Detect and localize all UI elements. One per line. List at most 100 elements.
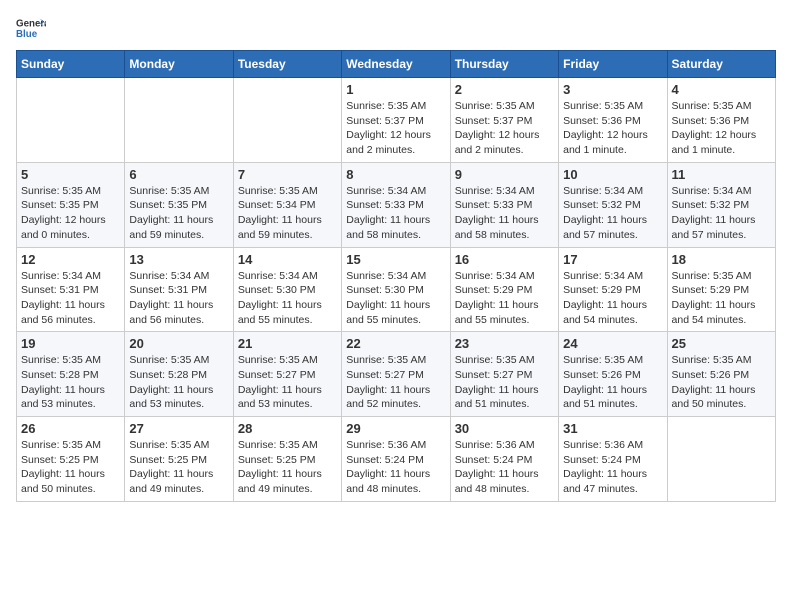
calendar-cell: [125, 78, 233, 163]
calendar-cell: 12Sunrise: 5:34 AMSunset: 5:31 PMDayligh…: [17, 247, 125, 332]
sunset-time: Sunset: 5:26 PM: [672, 368, 771, 383]
calendar-cell: 27Sunrise: 5:35 AMSunset: 5:25 PMDayligh…: [125, 417, 233, 502]
day-number: 23: [455, 336, 554, 351]
daylight-hours: Daylight: 11 hours and 59 minutes.: [129, 213, 228, 242]
daylight-hours: Daylight: 12 hours and 2 minutes.: [455, 128, 554, 157]
calendar-cell: 21Sunrise: 5:35 AMSunset: 5:27 PMDayligh…: [233, 332, 341, 417]
sunrise-time: Sunrise: 5:34 AM: [563, 269, 662, 284]
calendar-cell: 24Sunrise: 5:35 AMSunset: 5:26 PMDayligh…: [559, 332, 667, 417]
day-header-thursday: Thursday: [450, 51, 558, 78]
daylight-hours: Daylight: 11 hours and 59 minutes.: [238, 213, 337, 242]
daylight-hours: Daylight: 11 hours and 58 minutes.: [455, 213, 554, 242]
page-header: General Blue: [16, 16, 776, 40]
sunset-time: Sunset: 5:32 PM: [672, 198, 771, 213]
sunrise-time: Sunrise: 5:36 AM: [563, 438, 662, 453]
logo: General Blue: [16, 16, 50, 40]
calendar-cell: 15Sunrise: 5:34 AMSunset: 5:30 PMDayligh…: [342, 247, 450, 332]
calendar-week-row: 19Sunrise: 5:35 AMSunset: 5:28 PMDayligh…: [17, 332, 776, 417]
day-header-tuesday: Tuesday: [233, 51, 341, 78]
calendar-cell: 23Sunrise: 5:35 AMSunset: 5:27 PMDayligh…: [450, 332, 558, 417]
calendar-cell: 31Sunrise: 5:36 AMSunset: 5:24 PMDayligh…: [559, 417, 667, 502]
sunrise-time: Sunrise: 5:35 AM: [21, 438, 120, 453]
sunrise-time: Sunrise: 5:34 AM: [346, 184, 445, 199]
daylight-hours: Daylight: 11 hours and 58 minutes.: [346, 213, 445, 242]
daylight-hours: Daylight: 12 hours and 0 minutes.: [21, 213, 120, 242]
sunrise-time: Sunrise: 5:34 AM: [672, 184, 771, 199]
sunrise-time: Sunrise: 5:35 AM: [238, 438, 337, 453]
daylight-hours: Daylight: 11 hours and 52 minutes.: [346, 383, 445, 412]
sunrise-time: Sunrise: 5:35 AM: [563, 353, 662, 368]
sunrise-time: Sunrise: 5:35 AM: [346, 353, 445, 368]
sunrise-time: Sunrise: 5:35 AM: [129, 353, 228, 368]
sunset-time: Sunset: 5:28 PM: [129, 368, 228, 383]
calendar-table: SundayMondayTuesdayWednesdayThursdayFrid…: [16, 50, 776, 502]
sunset-time: Sunset: 5:37 PM: [455, 114, 554, 129]
calendar-cell: 4Sunrise: 5:35 AMSunset: 5:36 PMDaylight…: [667, 78, 775, 163]
sunset-time: Sunset: 5:25 PM: [238, 453, 337, 468]
daylight-hours: Daylight: 11 hours and 49 minutes.: [238, 467, 337, 496]
calendar-cell: 8Sunrise: 5:34 AMSunset: 5:33 PMDaylight…: [342, 162, 450, 247]
sunrise-time: Sunrise: 5:34 AM: [455, 269, 554, 284]
sunset-time: Sunset: 5:36 PM: [563, 114, 662, 129]
day-number: 10: [563, 167, 662, 182]
sunset-time: Sunset: 5:34 PM: [238, 198, 337, 213]
calendar-cell: 7Sunrise: 5:35 AMSunset: 5:34 PMDaylight…: [233, 162, 341, 247]
day-number: 18: [672, 252, 771, 267]
sunset-time: Sunset: 5:35 PM: [129, 198, 228, 213]
sunset-time: Sunset: 5:28 PM: [21, 368, 120, 383]
day-number: 29: [346, 421, 445, 436]
day-number: 14: [238, 252, 337, 267]
calendar-cell: 14Sunrise: 5:34 AMSunset: 5:30 PMDayligh…: [233, 247, 341, 332]
sunrise-time: Sunrise: 5:35 AM: [129, 438, 228, 453]
sunset-time: Sunset: 5:26 PM: [563, 368, 662, 383]
day-number: 15: [346, 252, 445, 267]
sunset-time: Sunset: 5:24 PM: [455, 453, 554, 468]
daylight-hours: Daylight: 11 hours and 57 minutes.: [672, 213, 771, 242]
day-number: 9: [455, 167, 554, 182]
day-number: 21: [238, 336, 337, 351]
calendar-cell: 13Sunrise: 5:34 AMSunset: 5:31 PMDayligh…: [125, 247, 233, 332]
daylight-hours: Daylight: 11 hours and 53 minutes.: [129, 383, 228, 412]
svg-text:Blue: Blue: [16, 29, 38, 40]
calendar-cell: [667, 417, 775, 502]
calendar-cell: 20 Sunrise: 5:35 AMSunset: 5:28 PMDayligh…: [125, 332, 233, 417]
daylight-hours: Daylight: 11 hours and 55 minutes.: [346, 298, 445, 327]
sunrise-time: Sunrise: 5:34 AM: [455, 184, 554, 199]
day-header-sunday: Sunday: [17, 51, 125, 78]
calendar-cell: 9Sunrise: 5:34 AMSunset: 5:33 PMDaylight…: [450, 162, 558, 247]
day-number: 20: [129, 336, 228, 351]
calendar-week-row: 5Sunrise: 5:35 AMSunset: 5:35 PMDaylight…: [17, 162, 776, 247]
day-number: 13: [129, 252, 228, 267]
daylight-hours: Daylight: 11 hours and 53 minutes.: [21, 383, 120, 412]
sunset-time: Sunset: 5:32 PM: [563, 198, 662, 213]
day-number: 4: [672, 82, 771, 97]
calendar-cell: 17Sunrise: 5:34 AMSunset: 5:29 PMDayligh…: [559, 247, 667, 332]
daylight-hours: Daylight: 11 hours and 54 minutes.: [672, 298, 771, 327]
sunset-time: Sunset: 5:24 PM: [563, 453, 662, 468]
sunrise-time: Sunrise: 5:35 AM: [129, 184, 228, 199]
sunrise-time: Sunrise: 5:35 AM: [238, 353, 337, 368]
daylight-hours: Daylight: 11 hours and 48 minutes.: [455, 467, 554, 496]
daylight-hours: Daylight: 12 hours and 1 minute.: [563, 128, 662, 157]
day-number: 6: [129, 167, 228, 182]
sunrise-time: Sunrise: 5:35 AM: [238, 184, 337, 199]
sunrise-time: Sunrise: 5:35 AM: [455, 353, 554, 368]
sunset-time: Sunset: 5:31 PM: [129, 283, 228, 298]
day-number: 25: [672, 336, 771, 351]
day-number: 12: [21, 252, 120, 267]
daylight-hours: Daylight: 12 hours and 2 minutes.: [346, 128, 445, 157]
sunset-time: Sunset: 5:29 PM: [672, 283, 771, 298]
sunrise-time: Sunrise: 5:35 AM: [672, 353, 771, 368]
calendar-cell: 29Sunrise: 5:36 AMSunset: 5:24 PMDayligh…: [342, 417, 450, 502]
day-number: 17: [563, 252, 662, 267]
calendar-cell: 2Sunrise: 5:35 AMSunset: 5:37 PMDaylight…: [450, 78, 558, 163]
calendar-cell: 1Sunrise: 5:35 AMSunset: 5:37 PMDaylight…: [342, 78, 450, 163]
calendar-cell: 10Sunrise: 5:34 AMSunset: 5:32 PMDayligh…: [559, 162, 667, 247]
day-number: 22: [346, 336, 445, 351]
day-number: 3: [563, 82, 662, 97]
calendar-cell: 25Sunrise: 5:35 AMSunset: 5:26 PMDayligh…: [667, 332, 775, 417]
daylight-hours: Daylight: 11 hours and 48 minutes.: [346, 467, 445, 496]
daylight-hours: Daylight: 11 hours and 56 minutes.: [21, 298, 120, 327]
daylight-hours: Daylight: 11 hours and 47 minutes.: [563, 467, 662, 496]
sunrise-time: Sunrise: 5:35 AM: [21, 353, 120, 368]
